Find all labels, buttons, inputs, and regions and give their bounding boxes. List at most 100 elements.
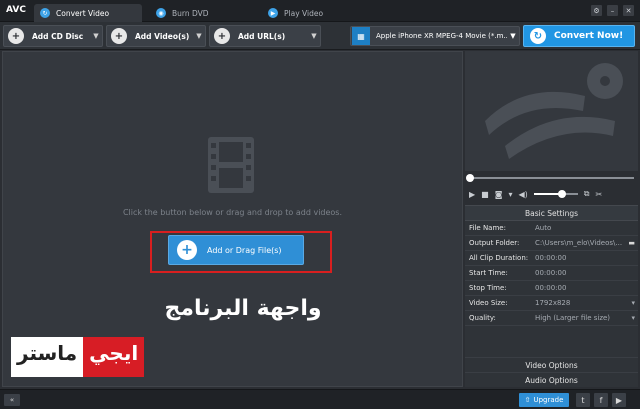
film-strip-icon xyxy=(208,137,254,193)
right-panel: ▶ ■ ◙ ▾ ◀) ⧉ ✂ Basic Settings File Name:… xyxy=(465,51,638,387)
setting-key: Stop Time: xyxy=(469,284,507,292)
brand-watermark: ايجي ماستر xyxy=(11,337,145,377)
add-or-drag-files-button[interactable]: + Add or Drag File(s) xyxy=(168,235,304,265)
setting-clip-duration: All Clip Duration: 00:00:00 xyxy=(465,251,638,266)
link-icon[interactable]: ⧉ xyxy=(584,189,590,199)
tab-label: Convert Video xyxy=(56,8,110,18)
stop-time-value: 00:00:00 xyxy=(535,284,567,292)
chevron-down-icon[interactable]: ▾ xyxy=(508,190,512,199)
device-icon: ▦ xyxy=(352,27,370,45)
play-icon[interactable]: ▶ xyxy=(469,190,475,199)
cut-icon[interactable]: ✂ xyxy=(596,190,603,199)
setting-key: Start Time: xyxy=(469,269,508,277)
play-icon: ▶ xyxy=(268,8,278,18)
app-logo: AVC xyxy=(6,5,26,15)
video-preview xyxy=(465,51,638,171)
tab-play-video[interactable]: ▶ Play Video xyxy=(262,4,362,22)
basic-settings-panel: Basic Settings File Name: Auto Output Fo… xyxy=(465,205,638,387)
setting-value[interactable]: 00:00:00 xyxy=(535,269,638,277)
facebook-icon[interactable]: f xyxy=(594,393,608,407)
plus-icon: + xyxy=(177,240,197,260)
chevron-down-icon: ▾ xyxy=(631,299,635,307)
setting-file-name: File Name: Auto xyxy=(465,221,638,236)
setting-key: Output Folder: xyxy=(469,239,520,247)
tab-label: Burn DVD xyxy=(172,8,209,18)
add-url-label: Add URL(s) xyxy=(238,31,286,41)
drop-hint: Click the button below or drag and drop … xyxy=(122,208,343,217)
cd-plus-icon: + xyxy=(8,28,24,44)
convert-icon: ↻ xyxy=(40,8,50,18)
duration-value: 00:00:00 xyxy=(535,254,567,262)
volume-handle[interactable] xyxy=(557,190,566,198)
seek-handle[interactable] xyxy=(466,174,474,182)
setting-key: All Clip Duration: xyxy=(469,254,529,262)
settings-header[interactable]: Basic Settings xyxy=(465,206,638,221)
settings-icon[interactable]: ⚙ xyxy=(591,5,602,16)
setting-value[interactable]: 00:00:00 xyxy=(535,284,638,292)
profile-label: Apple iPhone XR MPEG-4 Movie (*.m... xyxy=(376,32,507,40)
overlay-title: واجهة البرنامج xyxy=(164,296,322,321)
stop-icon[interactable]: ■ xyxy=(481,190,489,199)
tab-label: Play Video xyxy=(284,8,324,18)
convert-now-button[interactable]: ↻ Convert Now! xyxy=(523,25,635,47)
convert-label: Convert Now! xyxy=(554,31,624,41)
add-url-button[interactable]: + Add URL(s) ▼ xyxy=(209,25,321,47)
twitter-icon[interactable]: t xyxy=(576,393,590,407)
setting-key: Quality: xyxy=(469,314,496,322)
volume-slider[interactable] xyxy=(533,190,578,198)
close-icon[interactable]: ✕ xyxy=(623,5,634,16)
youtube-icon[interactable]: ▶ xyxy=(612,393,626,407)
video-options-button[interactable]: Video Options xyxy=(465,357,638,372)
brand-part-white: ماستر xyxy=(11,337,84,377)
video-size-value: 1792x828 xyxy=(535,299,571,307)
collapse-button[interactable]: « xyxy=(4,394,20,406)
chevron-down-icon[interactable]: ▼ xyxy=(90,32,102,40)
setting-stop-time: Stop Time: 00:00:00 xyxy=(465,281,638,296)
setting-key: File Name: xyxy=(469,224,506,232)
quality-value: High (Larger file size) xyxy=(535,314,611,322)
toolbar: + Add CD Disc ▼ + Add Video(s) ▼ + Add U… xyxy=(0,22,640,50)
refresh-icon: ↻ xyxy=(530,28,546,44)
setting-video-size: Video Size: 1792x828 ▾ xyxy=(465,296,638,311)
file-name-value: Auto xyxy=(535,224,552,232)
camera-icon[interactable]: ◙ xyxy=(495,190,503,199)
add-cd-disc-button[interactable]: + Add CD Disc ▼ xyxy=(3,25,103,47)
setting-value[interactable]: Auto xyxy=(535,224,638,232)
audio-options-button[interactable]: Audio Options xyxy=(465,372,638,387)
window-controls: ⚙ – ✕ xyxy=(591,5,634,16)
setting-output-folder: Output Folder: C:\Users\m_elo\Videos\...… xyxy=(465,236,638,251)
tab-convert-video[interactable]: ↻ Convert Video xyxy=(34,4,142,22)
url-plus-icon: + xyxy=(214,28,230,44)
output-profile-select[interactable]: ▦ Apple iPhone XR MPEG-4 Movie (*.m... ▼ xyxy=(350,26,520,46)
brand-part-red: ايجي xyxy=(83,337,145,377)
chevron-down-icon: ▼ xyxy=(510,32,516,40)
title-bar: AVC ↻ Convert Video ◉ Burn DVD ▶ Play Vi… xyxy=(0,0,640,22)
output-folder-value: C:\Users\m_elo\Videos\... xyxy=(535,239,623,247)
drop-area[interactable]: Click the button below or drag and drop … xyxy=(2,51,463,387)
add-videos-label: Add Video(s) xyxy=(135,31,190,41)
start-time-value: 00:00:00 xyxy=(535,269,567,277)
setting-quality: Quality: High (Larger file size) ▾ xyxy=(465,311,638,326)
video-plus-icon: + xyxy=(111,28,127,44)
volume-fill xyxy=(533,193,561,195)
seek-track xyxy=(469,177,634,179)
upgrade-button[interactable]: ⇧ Upgrade xyxy=(519,393,569,407)
folder-icon[interactable]: ▬ xyxy=(628,239,635,247)
add-videos-button[interactable]: + Add Video(s) ▼ xyxy=(106,25,206,47)
upgrade-label: Upgrade xyxy=(533,396,564,404)
add-button-label: Add or Drag File(s) xyxy=(207,245,282,255)
chevron-down-icon[interactable]: ▼ xyxy=(308,32,320,40)
chevron-down-icon[interactable]: ▼ xyxy=(193,32,205,40)
film-reel-icon xyxy=(485,63,623,159)
minimize-icon[interactable]: – xyxy=(607,5,618,16)
add-cd-label: Add CD Disc xyxy=(32,31,84,41)
tab-burn-dvd[interactable]: ◉ Burn DVD xyxy=(150,4,250,22)
setting-value[interactable]: C:\Users\m_elo\Videos\... ▬ xyxy=(535,239,638,247)
quality-select[interactable]: High (Larger file size) ▾ xyxy=(535,314,638,322)
volume-icon[interactable]: ◀) xyxy=(519,190,528,199)
chevron-down-icon: ▾ xyxy=(631,314,635,322)
setting-value: 00:00:00 xyxy=(535,254,638,262)
seek-bar[interactable] xyxy=(465,172,638,184)
status-bar: « ⇧ Upgrade t f ▶ xyxy=(0,389,640,409)
video-size-select[interactable]: 1792x828 ▾ xyxy=(535,299,638,307)
